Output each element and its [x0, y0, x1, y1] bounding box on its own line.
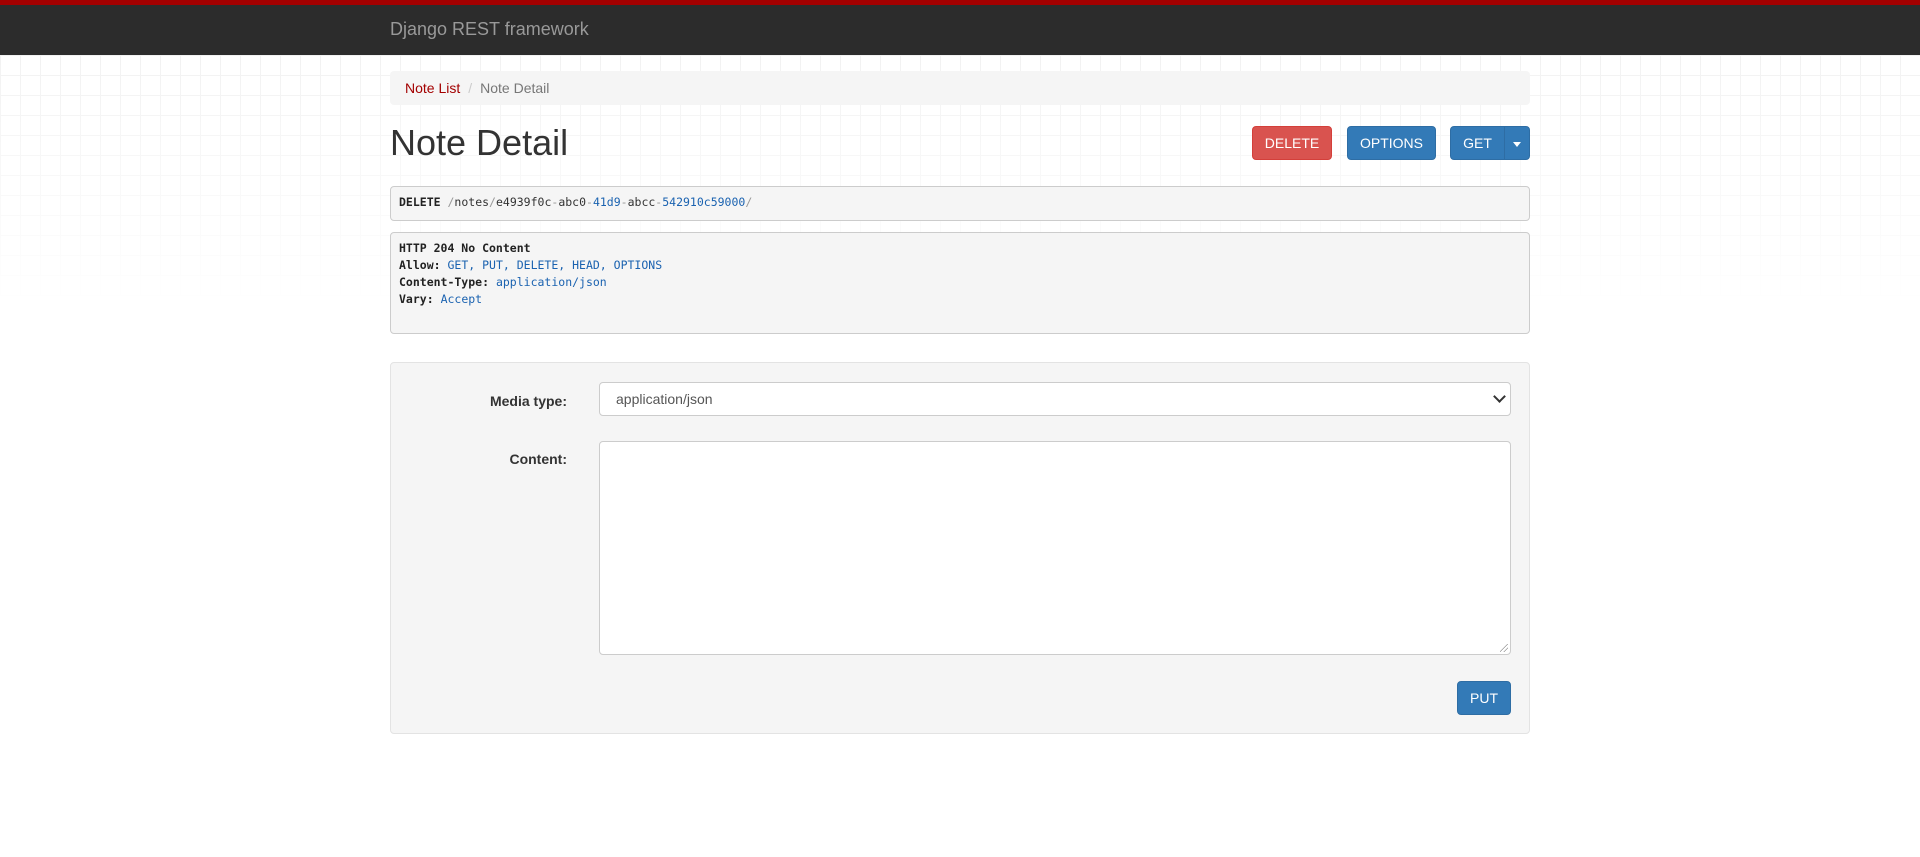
request-path-segment: / [489, 195, 496, 209]
put-button[interactable]: PUT [1457, 681, 1511, 715]
breadcrumb: Note List / Note Detail [390, 71, 1530, 105]
request-info: DELETE /notes/e4939f0c-abc0-41d9-abcc-54… [390, 186, 1530, 221]
request-path-segment: 41d9 [592, 195, 621, 209]
request-path-segment: abc0 [558, 195, 587, 209]
breadcrumb-current: Note Detail [480, 80, 550, 96]
response-header-vary: Vary: Accept [399, 292, 483, 306]
request-method: DELETE [399, 195, 441, 209]
options-button[interactable]: OPTIONS [1347, 126, 1436, 160]
request-path: /notes/e4939f0c-abc0-41d9-abcc-542910c59… [447, 195, 752, 209]
request-path-segment: 542910c59000 [662, 195, 746, 209]
request-path-segment: abcc [627, 195, 656, 209]
page-title: Note Detail [390, 122, 569, 163]
resize-handle-icon[interactable] [1500, 644, 1508, 652]
response-info: HTTP 204 No Content Allow: GET, PUT, DEL… [390, 232, 1530, 334]
navbar: Django REST framework [0, 0, 1920, 55]
delete-button[interactable]: DELETE [1252, 126, 1332, 160]
request-path-segment: - [586, 195, 593, 209]
breadcrumb-separator: / [468, 80, 473, 96]
get-button[interactable]: GET [1450, 126, 1505, 160]
media-type-selected-value: application/json [616, 391, 713, 407]
caret-down-icon [1513, 141, 1521, 147]
request-path-segment: - [620, 195, 628, 209]
response-header-allow: Allow: GET, PUT, DELETE, HEAD, OPTIONS [399, 258, 663, 272]
content-textarea[interactable] [599, 441, 1511, 655]
media-type-select[interactable]: application/json [599, 382, 1511, 416]
request-path-segment: / [745, 195, 753, 209]
media-type-label: Media type: [489, 393, 567, 409]
response-header-content-type: Content-Type: application/json [399, 275, 607, 289]
get-format-dropdown-button[interactable] [1504, 126, 1530, 160]
request-path-segment: e4939f0c [495, 195, 552, 209]
raw-data-form: Media type: application/json Content: PU… [390, 362, 1530, 734]
navbar-brand[interactable]: Django REST framework [390, 19, 589, 40]
breadcrumb-note-list-link[interactable]: Note List [405, 80, 460, 96]
request-path-segment: notes [454, 195, 490, 209]
response-status: HTTP 204 No Content [399, 241, 531, 255]
content-label: Content: [509, 451, 567, 467]
chevron-down-icon [1493, 390, 1506, 403]
